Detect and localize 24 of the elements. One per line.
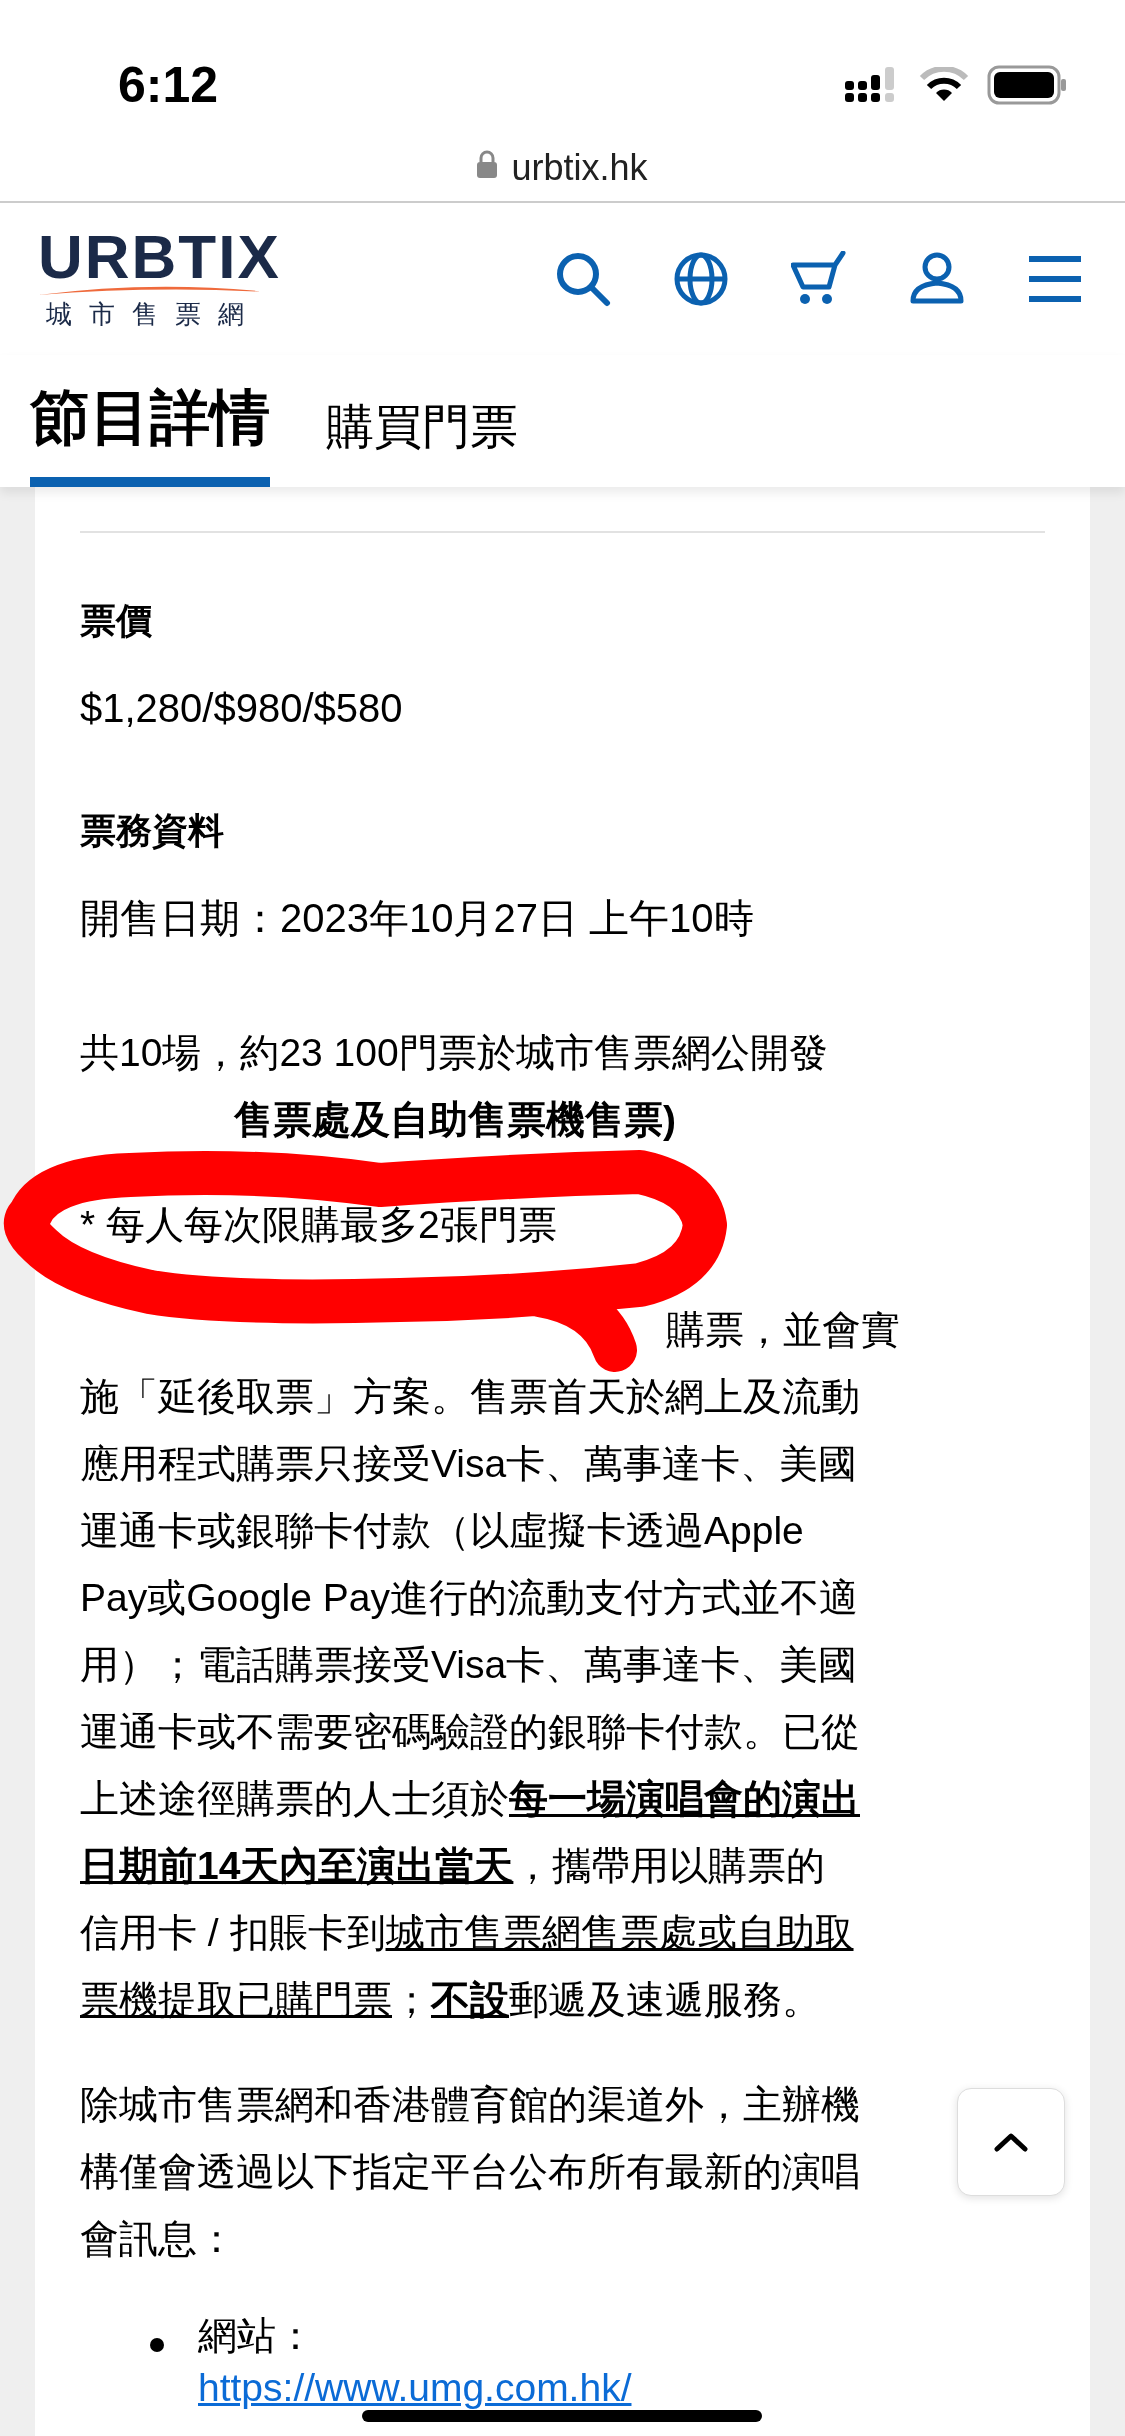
paragraph: 購票，並會實 施「延後取票」方案。售票首天於網上及流動 應用程式購票只接受Visa卡、萬事達卡、美國 運通卡或銀聯卡付款（以虛擬卡透過Apple Pay或Google Pay進行的流動支付方式並不適 用）；電話購票接受Visa卡、萬事達卡、美國 運通卡或不需要密碼驗證的銀聯卡付款。已從 上述途徑購票的人士須於每一場演唱會的演出 日期前14天內至演出當天，攜帶用以購票的 信用卡 / 扣賬卡到城市售票網售票處或自助取 票機提取已購門票；不設郵遞及速遞服務。 [80,1307,900,2023]
website-link[interactable]: https://www.umg.com.hk/ [198,2362,632,2414]
chevron-up-icon [994,2132,1028,2152]
battery-icon [987,65,1067,105]
globe-icon[interactable] [673,251,729,307]
bullet-icon [150,2338,164,2352]
menu-icon[interactable] [1027,255,1083,303]
paragraph: * 每人每次限購最多2張門票 [80,1202,557,1248]
website-label: 網站： [198,2313,315,2359]
user-icon[interactable] [909,251,965,307]
paragraph: 共10場，約23 100門票於城市售票網公開發 售票處及自助售票機售票) [80,1030,828,1143]
wifi-icon [919,67,969,103]
section-heading: 票務資料 [80,809,225,853]
cart-icon[interactable] [791,251,847,307]
urbtix-logo[interactable]: URBTIX 城市售票網 [38,226,281,332]
status-time: 6:12 [118,56,219,114]
paragraph: 除城市售票網和香港體育館的渠道外，主辦機 構僅會透過以下指定平台公布所有最新的演唱 會訊息： [80,2082,860,2262]
lock-icon [477,150,498,178]
section-heading: 票價 [80,599,153,643]
search-icon[interactable] [555,251,611,307]
url-text[interactable]: urbtix.hk [511,150,648,186]
info-text: 開售日期：2023年10月27日 上午10時 [80,895,755,942]
tab[interactable]: 購買門票 [326,395,518,487]
info-text: $1,280/$980/$580 [80,685,404,732]
